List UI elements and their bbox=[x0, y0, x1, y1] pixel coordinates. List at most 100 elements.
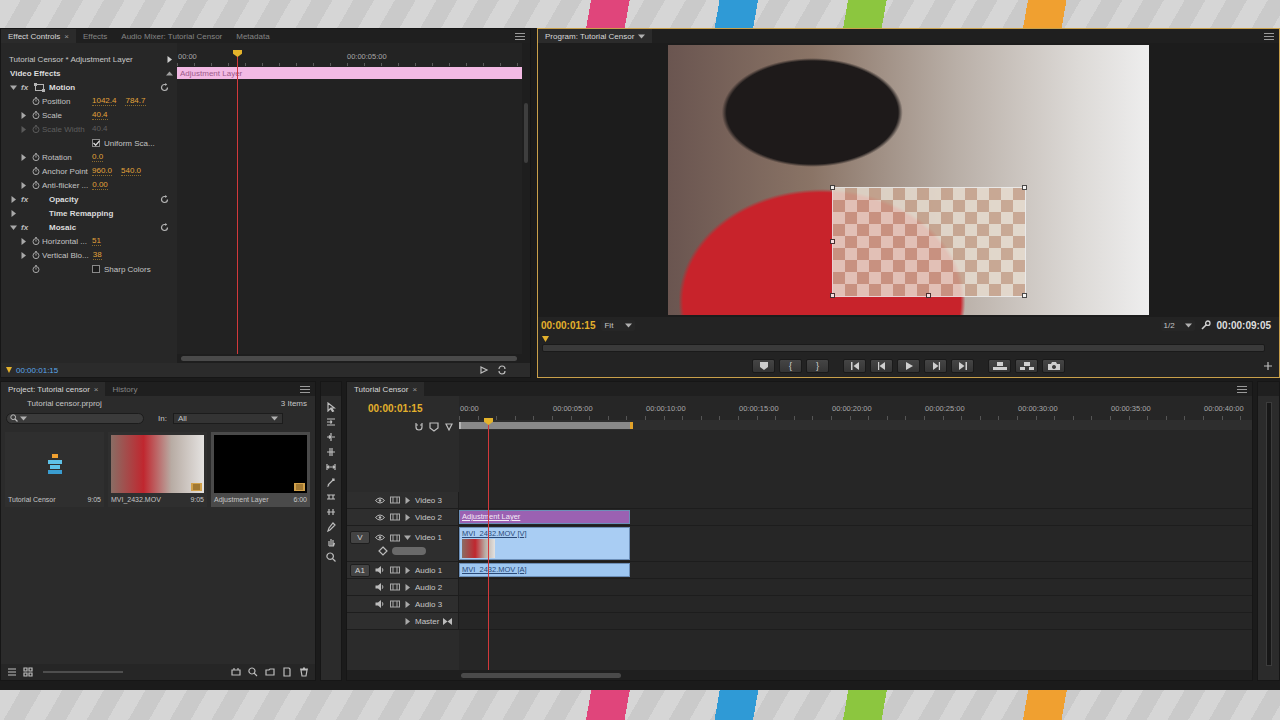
collapsed-triangle-icon[interactable] bbox=[20, 154, 27, 161]
parameter-value[interactable]: 0.00 bbox=[92, 180, 108, 190]
trash-icon[interactable] bbox=[299, 667, 309, 677]
reset-icon[interactable] bbox=[160, 223, 169, 232]
fx-toggle[interactable]: fx bbox=[21, 195, 28, 204]
ripple-edit-tool-icon[interactable] bbox=[326, 432, 336, 442]
search-field[interactable] bbox=[6, 413, 144, 424]
fx-toggle[interactable]: fx bbox=[21, 83, 28, 92]
go-to-in-icon[interactable] bbox=[850, 361, 860, 371]
play-button[interactable] bbox=[897, 359, 920, 373]
playhead[interactable] bbox=[488, 420, 489, 670]
transform-handle[interactable] bbox=[1022, 293, 1027, 298]
add-marker-icon[interactable] bbox=[429, 422, 439, 432]
tab-label[interactable]: Project: Tutorial censor bbox=[8, 385, 90, 394]
scroll-up-icon[interactable] bbox=[166, 71, 173, 76]
source-patch[interactable]: A1 bbox=[350, 564, 370, 577]
slip-tool-icon[interactable] bbox=[326, 492, 336, 502]
track-row[interactable]: VVideo 1MVI_2432.MOV [V] bbox=[347, 526, 1252, 562]
project-item[interactable]: Adjustment Layer6:00 bbox=[211, 432, 310, 507]
collapsed-triangle-icon[interactable] bbox=[20, 252, 27, 259]
transform-handle[interactable] bbox=[926, 293, 931, 298]
transform-handle[interactable] bbox=[1022, 185, 1027, 190]
tab-label[interactable]: Audio Mixer: Tutorial Censor bbox=[121, 32, 222, 41]
panel-tab[interactable]: Tutorial Censor× bbox=[347, 382, 424, 396]
panel-tab[interactable]: Metadata bbox=[229, 29, 276, 43]
eye-icon[interactable] bbox=[375, 514, 385, 521]
track-lane[interactable] bbox=[459, 613, 1252, 629]
stopwatch-icon[interactable] bbox=[32, 237, 40, 245]
new-item-icon[interactable] bbox=[282, 667, 292, 677]
master-output-icon[interactable] bbox=[443, 618, 452, 625]
dropdown-arrow-icon[interactable] bbox=[638, 34, 645, 39]
stopwatch-icon[interactable] bbox=[32, 111, 40, 119]
source-patch[interactable] bbox=[350, 511, 370, 524]
reset-icon[interactable] bbox=[160, 195, 169, 204]
loop-icon[interactable] bbox=[497, 365, 507, 375]
project-item[interactable]: MVI_2432.MOV9:05 bbox=[108, 432, 207, 507]
panel-menu-icon[interactable] bbox=[1237, 386, 1247, 393]
collapsed-triangle-icon[interactable] bbox=[404, 514, 411, 521]
dropdown-arrow-icon[interactable] bbox=[20, 416, 27, 421]
collapsed-triangle-icon[interactable] bbox=[404, 497, 411, 504]
step-forward-icon[interactable] bbox=[931, 361, 941, 371]
parameter-value[interactable]: 960.0 bbox=[92, 166, 112, 176]
track-lane[interactable] bbox=[459, 596, 1252, 612]
work-area[interactable] bbox=[459, 420, 1252, 430]
project-item[interactable]: Tutorial Censor9:05 bbox=[5, 432, 104, 507]
track-row[interactable]: Video 3 bbox=[347, 492, 1252, 509]
parameter-row[interactable]: Rotation0.0 bbox=[1, 150, 177, 164]
track-header[interactable]: Master bbox=[347, 613, 459, 629]
track-lane[interactable] bbox=[459, 579, 1252, 595]
mark-in-button[interactable]: { bbox=[779, 359, 802, 373]
timeline-clip[interactable]: Adjustment Layer bbox=[459, 510, 630, 524]
expanded-triangle-icon[interactable] bbox=[10, 84, 17, 91]
parameter-row[interactable]: Anti-flicker ...0.00 bbox=[1, 178, 177, 192]
stopwatch-icon[interactable] bbox=[32, 153, 40, 161]
tab-label[interactable]: Tutorial Censor bbox=[354, 385, 408, 394]
track-row[interactable]: Video 2Adjustment Layer bbox=[347, 509, 1252, 526]
track-header[interactable]: Video 2 bbox=[347, 509, 459, 525]
tab-label[interactable]: History bbox=[112, 385, 137, 394]
track-header[interactable]: Video 3 bbox=[347, 492, 459, 508]
panel-menu-icon[interactable] bbox=[300, 386, 310, 393]
dropdown-arrow-icon[interactable] bbox=[1185, 323, 1192, 328]
track-row[interactable]: Audio 2 bbox=[347, 579, 1252, 596]
sequence-timecode[interactable]: 00:00:01:15 bbox=[368, 403, 422, 414]
scrub-playhead[interactable] bbox=[542, 336, 549, 342]
monitor-scrubber[interactable] bbox=[538, 333, 1279, 355]
track-header[interactable]: Audio 2 bbox=[347, 579, 459, 595]
parameter-row[interactable]: Scale Width40.4 bbox=[1, 122, 177, 136]
panel-menu-icon[interactable] bbox=[515, 33, 525, 40]
playhead-timecode[interactable]: 00:00:01:15 bbox=[541, 320, 595, 331]
collapsed-triangle-icon[interactable] bbox=[404, 584, 411, 591]
collapsed-triangle-icon[interactable] bbox=[404, 567, 411, 574]
track-lane[interactable] bbox=[459, 492, 1252, 508]
step-back-button[interactable] bbox=[870, 359, 893, 373]
stopwatch-icon[interactable] bbox=[32, 125, 40, 133]
track-lane[interactable]: MVI_2432.MOV [V] bbox=[459, 526, 1252, 561]
expanded-triangle-icon[interactable] bbox=[10, 224, 17, 231]
stopwatch-icon[interactable] bbox=[32, 167, 40, 175]
sync-lock-icon[interactable] bbox=[390, 583, 400, 591]
sync-lock-icon[interactable] bbox=[390, 600, 400, 608]
parameter-value[interactable]: 0.0 bbox=[92, 152, 103, 162]
panel-tab[interactable]: Project: Tutorial censor× bbox=[1, 382, 105, 396]
tab-label[interactable]: Metadata bbox=[236, 32, 269, 41]
stopwatch-icon[interactable] bbox=[32, 251, 40, 259]
checkbox[interactable] bbox=[92, 139, 100, 147]
checkbox[interactable] bbox=[92, 265, 100, 273]
timeline-clip[interactable]: MVI_2432.MOV [A] bbox=[459, 563, 630, 577]
stopwatch-icon[interactable] bbox=[32, 97, 40, 105]
new-bin-icon[interactable] bbox=[265, 667, 275, 677]
scrub-track[interactable] bbox=[542, 344, 1265, 352]
checkbox-row[interactable]: Sharp Colors bbox=[1, 262, 177, 276]
export-frame-button[interactable] bbox=[1042, 359, 1065, 373]
horizontal-scrollbar[interactable] bbox=[347, 670, 1252, 680]
tab-label[interactable]: Program: Tutorial Censor bbox=[545, 32, 634, 41]
track-row[interactable]: Audio 3 bbox=[347, 596, 1252, 613]
sync-lock-icon[interactable] bbox=[390, 513, 400, 521]
automate-icon[interactable] bbox=[231, 667, 241, 677]
parameter-value[interactable]: 784.7 bbox=[125, 96, 145, 106]
keyframe-timeline[interactable]: 00:0000:00:05:00Adjustment Layer bbox=[177, 43, 522, 363]
item-thumbnail[interactable] bbox=[214, 435, 307, 493]
stopwatch-icon[interactable] bbox=[32, 265, 40, 273]
